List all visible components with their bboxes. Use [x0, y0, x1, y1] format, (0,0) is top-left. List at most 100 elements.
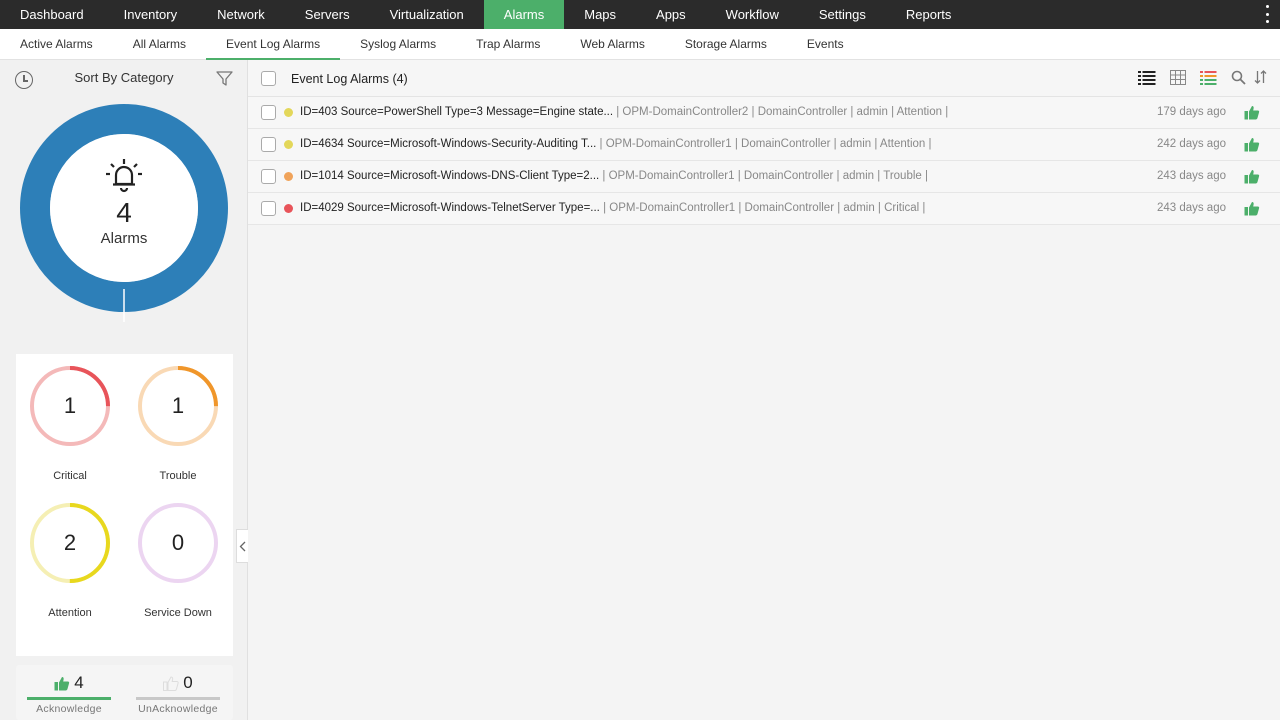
tab-active-alarms[interactable]: Active Alarms [0, 29, 113, 59]
acknowledge-bar [27, 697, 111, 700]
tab-syslog-alarms[interactable]: Syslog Alarms [340, 29, 456, 59]
nav-inventory[interactable]: Inventory [104, 0, 197, 29]
total-alarm-count: 4 [116, 196, 132, 228]
donut-center: 4 Alarms [20, 94, 228, 322]
thumbs-up-icon [54, 676, 70, 690]
severity-ring: 0 [136, 501, 220, 585]
page-title: Event Log Alarms (4) [291, 72, 408, 86]
alarm-row[interactable]: ID=1014 Source=Microsoft-Windows-DNS-Cli… [248, 161, 1280, 193]
severity-card: 1 Critical 1 Trouble 2 Attention 0 Service Down [16, 354, 233, 656]
nav-virtualization[interactable]: Virtualization [370, 0, 484, 29]
severity-label: Critical [53, 470, 87, 482]
severity-trouble[interactable]: 1 Trouble [133, 364, 223, 482]
severity-label: Trouble [159, 470, 197, 482]
select-all-checkbox[interactable] [261, 71, 276, 86]
alarm-message[interactable]: ID=403 Source=PowerShell Type=3 Message=… [300, 106, 948, 118]
alarms-subnav: Active Alarms All Alarms Event Log Alarms S… [0, 29, 1280, 60]
alarm-message-text: ID=4029 Source=Microsoft-Windows-TelnetS… [300, 202, 600, 214]
left-panel: Sort By Category 4 Alarms 1 Critical 1 T… [0, 60, 248, 720]
severity-service-down[interactable]: 0 Service Down [133, 501, 223, 619]
alarm-message[interactable]: ID=4029 Source=Microsoft-Windows-TelnetS… [300, 202, 925, 214]
nav-workflow[interactable]: Workflow [706, 0, 799, 29]
alarm-meta: | OPM-DomainController1 | DomainControll… [599, 202, 926, 214]
severity-label: Service Down [144, 607, 212, 619]
tab-storage-alarms[interactable]: Storage Alarms [665, 29, 787, 59]
alarm-message[interactable]: ID=1014 Source=Microsoft-Windows-DNS-Cli… [300, 170, 928, 182]
acknowledge-label: Acknowledge [36, 703, 102, 715]
nav-apps[interactable]: Apps [636, 0, 706, 29]
severity-dot [284, 172, 293, 181]
nav-reports[interactable]: Reports [886, 0, 972, 29]
sort-by-category[interactable]: Sort By Category [0, 70, 248, 85]
unacknowledge-filter[interactable]: 0 UnAcknowledge [136, 673, 220, 715]
chevron-left-icon [239, 541, 246, 551]
acknowledge-card: 4 Acknowledge 0 UnAcknowledge [16, 665, 233, 720]
top-nav: Dashboard Inventory Network Servers Virtuali… [0, 0, 1280, 29]
severity-count: 1 [171, 393, 185, 418]
unacknowledge-label: UnAcknowledge [138, 703, 218, 715]
alarm-row[interactable]: ID=403 Source=PowerShell Type=3 Message=… [248, 97, 1280, 129]
left-panel-header: Sort By Category [0, 60, 248, 96]
more-menu-icon[interactable] [1264, 5, 1270, 23]
list-view-icon[interactable] [1138, 70, 1156, 85]
grid-view-icon[interactable] [1170, 70, 1186, 85]
alarm-meta: | OPM-DomainController1 | DomainControll… [599, 170, 928, 182]
tab-all-alarms[interactable]: All Alarms [113, 29, 206, 59]
alarm-message-text: ID=4634 Source=Microsoft-Windows-Securit… [300, 138, 597, 150]
severity-critical[interactable]: 1 Critical [25, 364, 115, 482]
total-alarms-donut[interactable]: 4 Alarms [20, 94, 228, 322]
sort-icon[interactable] [1254, 69, 1267, 85]
severity-ring: 2 [28, 501, 112, 585]
thumbs-up-icon[interactable] [1244, 169, 1260, 184]
severity-dot [284, 140, 293, 149]
row-checkbox[interactable] [261, 105, 276, 120]
severity-count: 0 [171, 530, 185, 555]
unacknowledge-count: 0 [183, 673, 193, 692]
main-content: Event Log Alarms (4) ID=403 Source=Power… [248, 60, 1280, 720]
nav-maps[interactable]: Maps [564, 0, 636, 29]
alarm-list: ID=403 Source=PowerShell Type=3 Message=… [248, 97, 1280, 225]
total-alarm-label: Alarms [100, 229, 148, 247]
alarm-meta: | OPM-DomainController1 | DomainControll… [596, 138, 932, 150]
nav-dashboard[interactable]: Dashboard [0, 0, 104, 29]
alarm-list-header: Event Log Alarms (4) [248, 60, 1280, 97]
nav-servers[interactable]: Servers [285, 0, 370, 29]
filter-icon[interactable] [216, 70, 233, 87]
tab-trap-alarms[interactable]: Trap Alarms [456, 29, 560, 59]
alarm-message[interactable]: ID=4634 Source=Microsoft-Windows-Securit… [300, 138, 932, 150]
severity-count: 2 [63, 530, 77, 555]
nav-alarms[interactable]: Alarms [483, 0, 565, 29]
bell-icon [106, 158, 142, 192]
severity-count: 1 [63, 393, 77, 418]
search-icon[interactable] [1231, 70, 1246, 85]
alarm-time: 242 days ago [1156, 138, 1226, 150]
row-checkbox[interactable] [261, 137, 276, 152]
row-checkbox[interactable] [261, 169, 276, 184]
thumbs-up-icon[interactable] [1244, 201, 1260, 216]
collapse-panel-button[interactable] [236, 529, 248, 563]
thumbs-up-icon[interactable] [1244, 137, 1260, 152]
tab-web-alarms[interactable]: Web Alarms [560, 29, 664, 59]
nav-network[interactable]: Network [197, 0, 285, 29]
alarm-row[interactable]: ID=4634 Source=Microsoft-Windows-Securit… [248, 129, 1280, 161]
severity-list-icon[interactable] [1200, 70, 1217, 85]
acknowledge-count: 4 [74, 673, 84, 692]
row-checkbox[interactable] [261, 201, 276, 216]
severity-dot [284, 108, 293, 117]
tab-events[interactable]: Events [787, 29, 864, 59]
alarm-row[interactable]: ID=4029 Source=Microsoft-Windows-TelnetS… [248, 193, 1280, 225]
thumbs-up-outline-icon [163, 675, 179, 691]
severity-label: Attention [48, 607, 92, 619]
alarm-time: 243 days ago [1156, 170, 1226, 182]
acknowledge-filter[interactable]: 4 Acknowledge [27, 673, 111, 715]
tab-event-log-alarms[interactable]: Event Log Alarms [206, 29, 341, 60]
severity-ring: 1 [28, 364, 112, 448]
alarm-meta: | OPM-DomainController2 | DomainControll… [613, 106, 949, 118]
thumbs-up-icon[interactable] [1244, 105, 1260, 120]
nav-settings[interactable]: Settings [799, 0, 886, 29]
severity-ring: 1 [136, 364, 220, 448]
alarm-time: 243 days ago [1156, 202, 1226, 214]
alarm-message-text: ID=1014 Source=Microsoft-Windows-DNS-Cli… [300, 170, 600, 182]
severity-attention[interactable]: 2 Attention [25, 501, 115, 619]
alarm-message-text: ID=403 Source=PowerShell Type=3 Message=… [300, 106, 614, 118]
